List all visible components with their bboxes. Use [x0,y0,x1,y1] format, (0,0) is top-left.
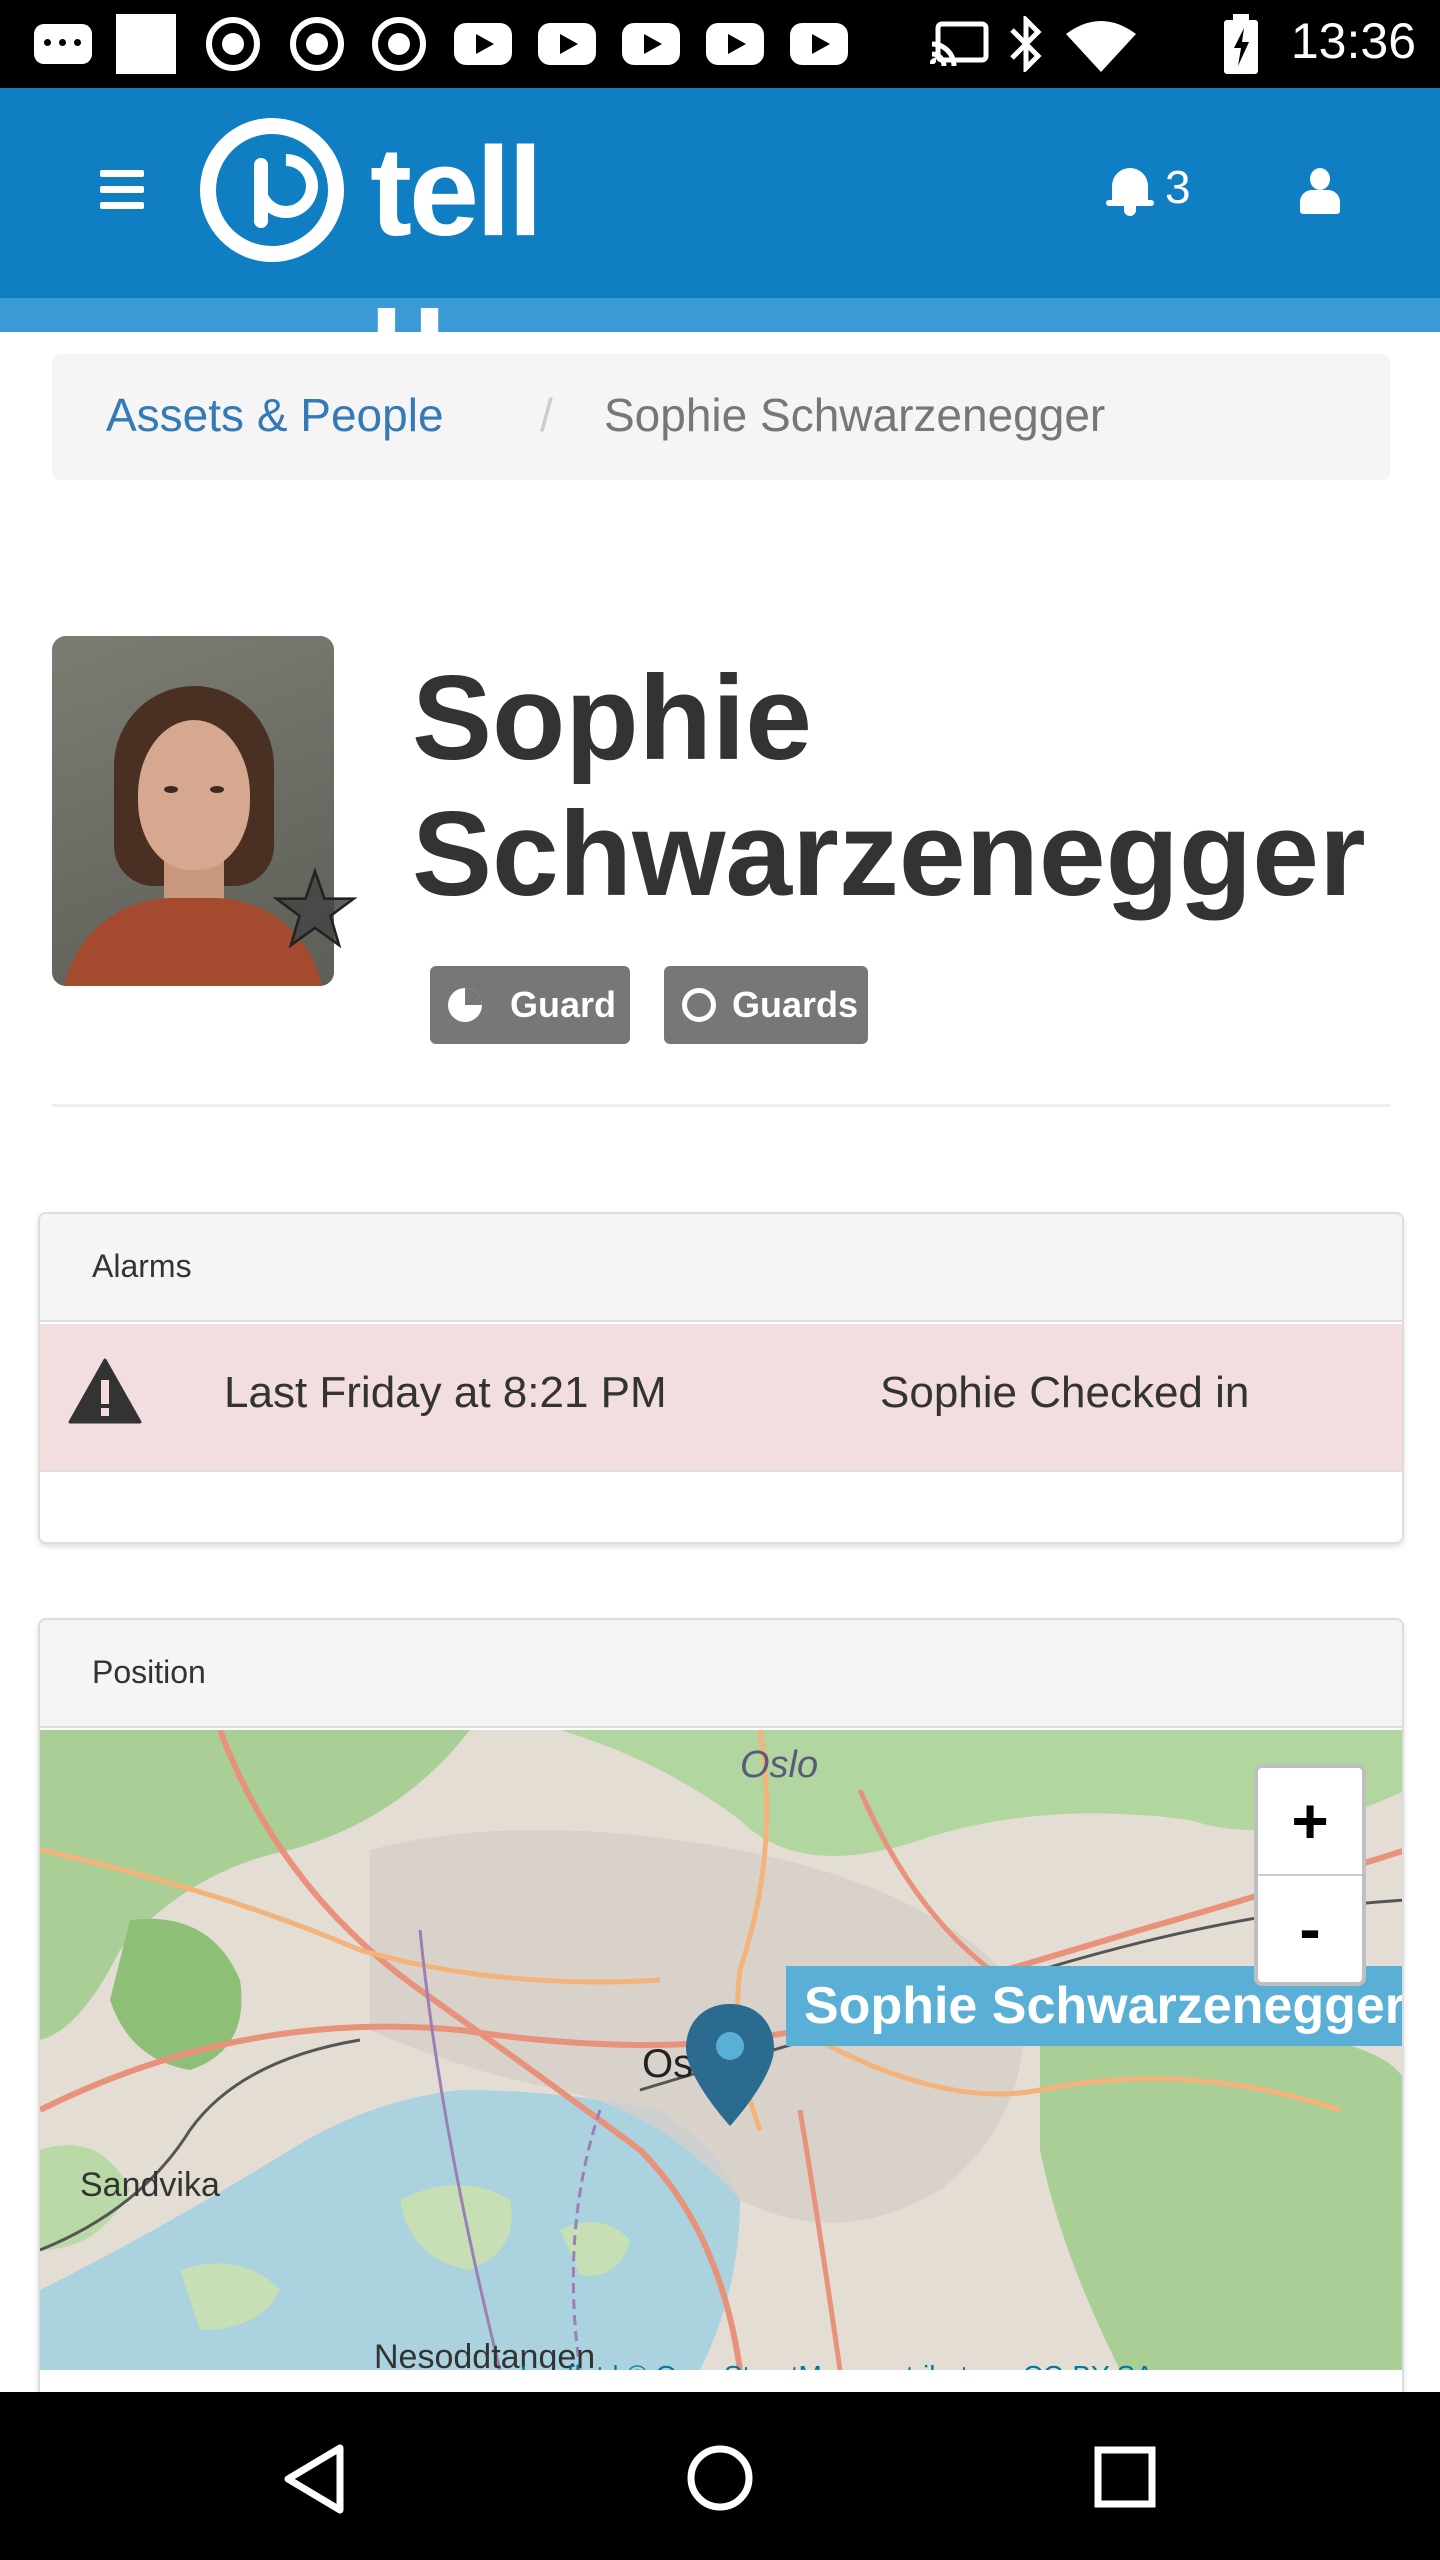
alarm-message: Sophie Checked in [880,1368,1250,1417]
breadcrumb-link-assets[interactable]: Assets & People [106,388,444,442]
bell-icon[interactable] [1106,166,1154,216]
youtube-icon [538,23,596,65]
bluetooth-icon [1010,16,1042,72]
label-text: Guards [732,984,859,1025]
status-bar: 13:36 [0,0,1440,88]
alarms-panel: Alarms Last Friday at 8:21 PM Sophie Che… [38,1212,1404,1544]
youtube-icon [706,23,764,65]
notification-count[interactable]: 3 [1165,160,1191,214]
logo-mark-stem [254,158,268,228]
header-stripe [0,298,1440,332]
android-nav-bar [0,2392,1440,2560]
zoom-control: + - [1254,1764,1366,1986]
map-place-label: Sandvika [80,2166,220,2204]
alarm-time: Last Friday at 8:21 PM [224,1368,667,1417]
back-icon[interactable] [282,2444,346,2514]
map-attribution[interactable]: Leaflet | © OpenStreetMap contributors, … [520,2360,1154,2370]
battery-icon [1224,14,1258,74]
screen: 13:36 tell u 3 Assets & People / Sophie … [0,0,1440,2560]
youtube-icon [622,23,680,65]
panel-title: Position [92,1654,206,1690]
breadcrumb: Assets & People / Sophie Schwarzenegger [52,354,1390,480]
square-icon [116,14,176,74]
label-badge-guards[interactable]: Guards [664,966,868,1044]
map[interactable]: Oslo Os Sandvika Nesoddtangen Sophie Sch… [40,1730,1402,2370]
person-name: Sophie Schwarzenegger [412,651,1366,921]
menu-icon[interactable] [100,170,144,210]
pie-chart-icon [448,988,482,1022]
aperture-icon [206,17,260,71]
map-place-label: Oslo [740,1744,819,1786]
breadcrumb-current: Sophie Schwarzenegger [604,389,1106,441]
map-marker-icon[interactable] [680,2000,780,2130]
aperture-icon [290,17,344,71]
message-icon [34,24,92,64]
label-text: Guard [510,984,617,1025]
circle-icon [682,988,716,1022]
wifi-icon [1066,21,1136,72]
alarm-row[interactable]: Last Friday at 8:21 PM Sophie Checked in [40,1324,1402,1472]
warning-icon [68,1358,142,1424]
breadcrumb-separator: / [540,389,553,441]
panel-title: Alarms [92,1248,192,1284]
panel-heading: Alarms [40,1214,1402,1322]
label-badge-guard[interactable]: Guard [430,966,630,1044]
panel-heading: Position [40,1620,1402,1728]
youtube-icon [790,23,848,65]
recents-icon[interactable] [1094,2446,1156,2508]
logo-mark [200,118,344,262]
star-icon[interactable] [272,866,358,952]
aperture-icon [372,17,426,71]
brand-logo[interactable]: tell u [200,118,620,402]
youtube-icon [454,23,512,65]
position-panel: Position Oslo Os Sandvika Nesoddtangen S… [38,1618,1404,2408]
user-icon[interactable] [1300,168,1340,214]
home-icon[interactable] [686,2444,754,2512]
zoom-out-button[interactable]: - [1258,1876,1362,1982]
zoom-in-button[interactable]: + [1258,1768,1362,1874]
clock: 13:36 [1290,13,1416,69]
divider [52,1104,1390,1107]
cast-icon [930,21,989,67]
